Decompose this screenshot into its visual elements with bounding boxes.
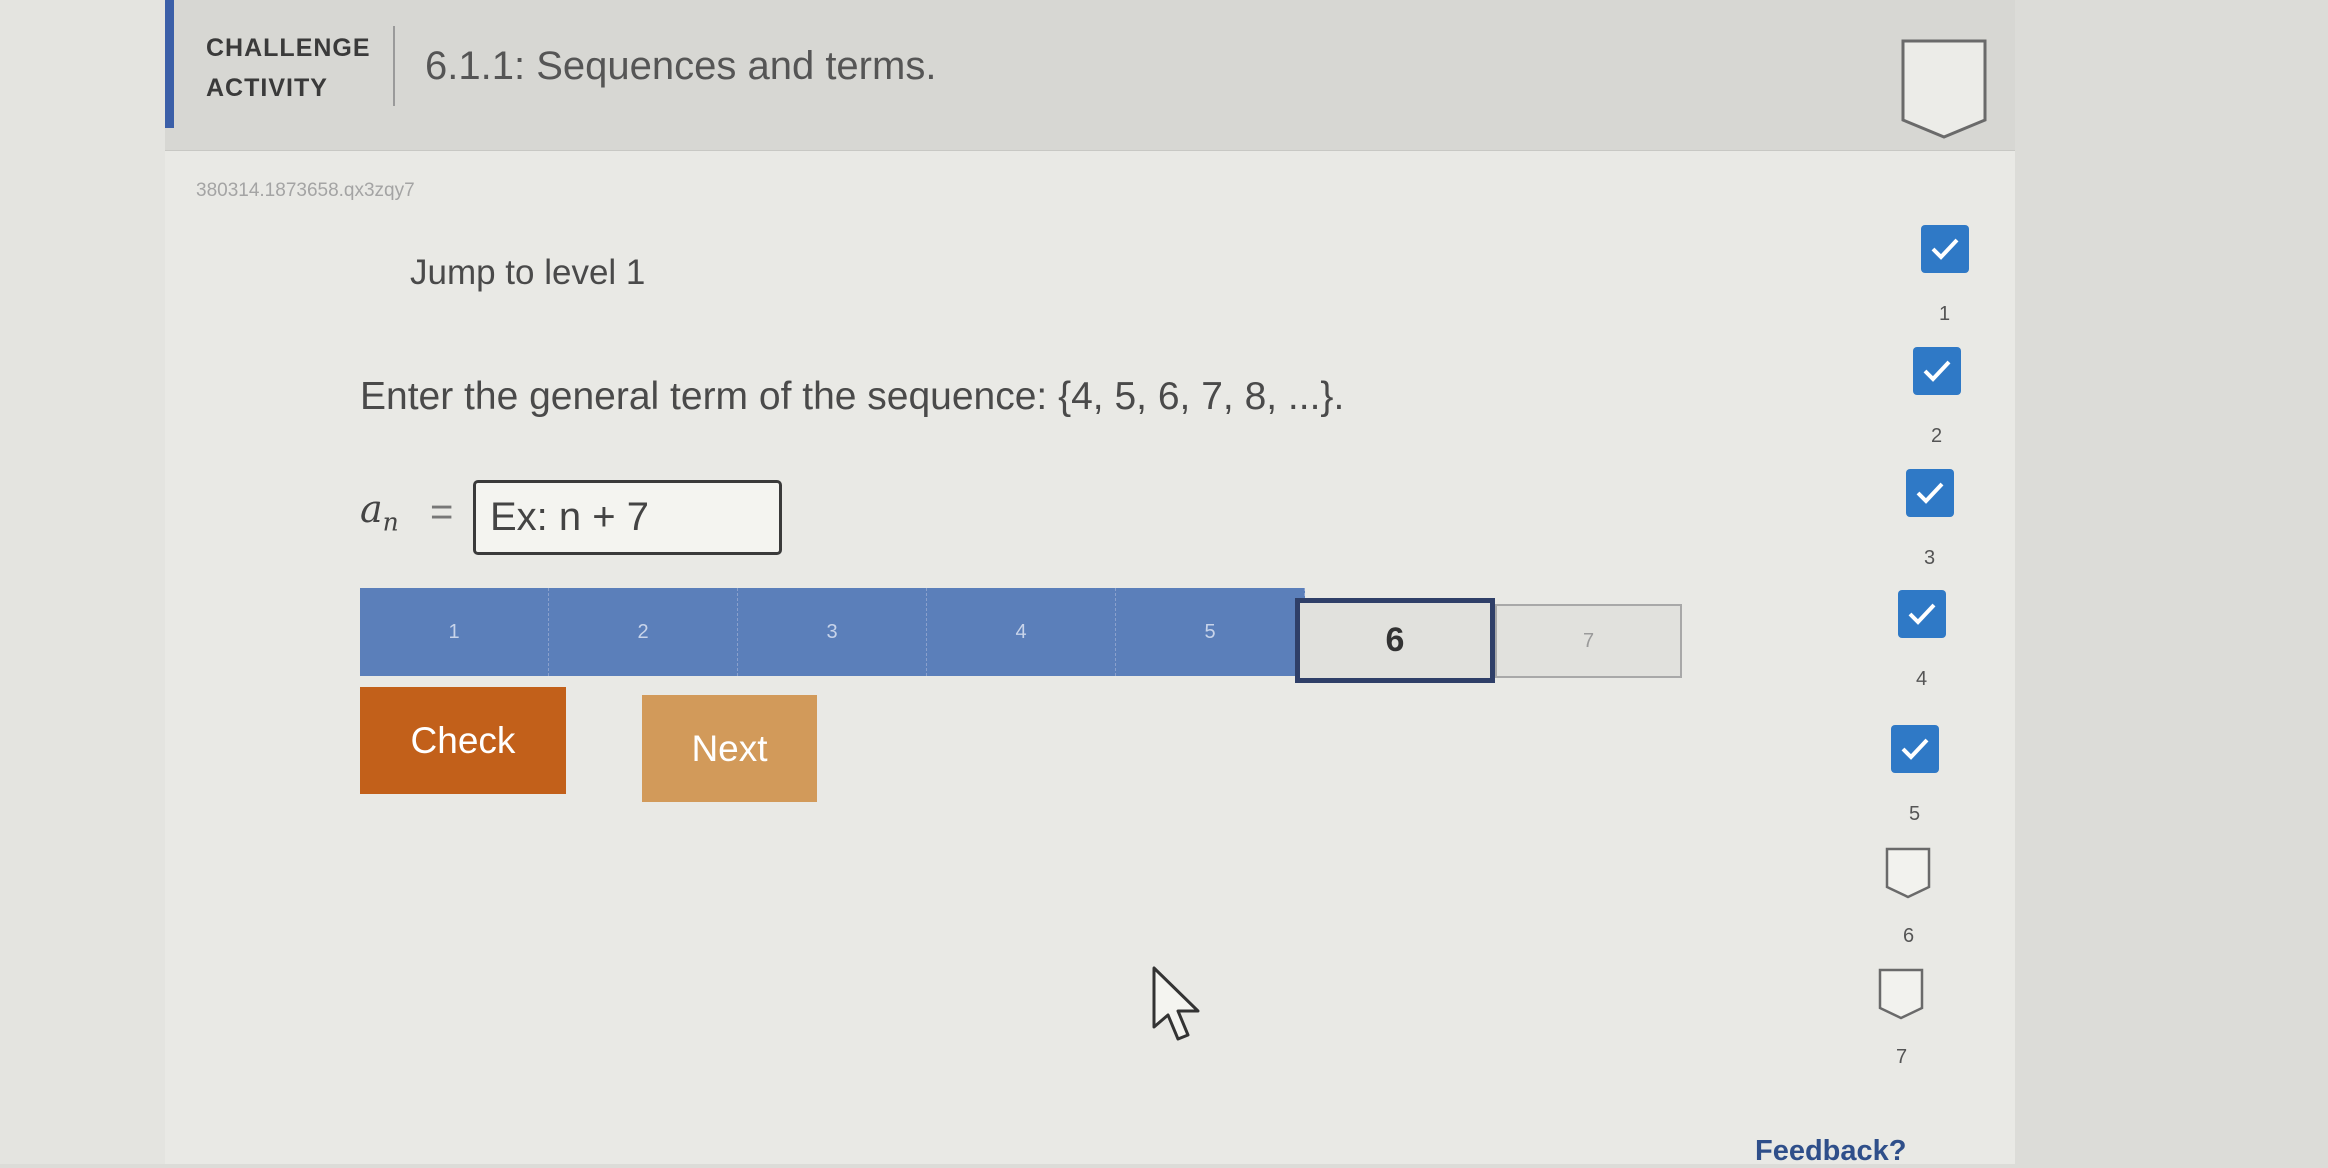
general-term-label: an [360, 487, 399, 537]
progress-label: 7 [1896, 1046, 1908, 1068]
challenge-label-line2: ACTIVITY [206, 74, 328, 102]
shield-badge-icon [1901, 39, 1987, 139]
jump-to-level-link[interactable]: Jump to level 1 [410, 253, 645, 293]
progress-label: 5 [1909, 803, 1921, 825]
activity-title: 6.1.1: Sequences and terms. [425, 44, 937, 88]
progress-label: 6 [1903, 925, 1915, 947]
level-segment-2[interactable]: 2 [549, 588, 738, 676]
header-accent-bar [165, 0, 174, 128]
progress-item-3: 3 [1906, 469, 1966, 579]
question-prompt: Enter the general term of the sequence: … [360, 375, 1345, 418]
activity-card [165, 0, 2015, 1164]
progress-item-1: 1 [1921, 225, 1981, 335]
activity-code: 380314.1873658.qx3zqy7 [196, 180, 415, 201]
next-button[interactable]: Next [642, 695, 817, 802]
checkmark-icon [1906, 469, 1954, 517]
progress-label: 1 [1939, 303, 1951, 325]
level-progress-bar: 1 2 3 4 5 6 7 [360, 588, 1682, 683]
equals-sign: = [430, 490, 454, 534]
level-segment-6[interactable]: 6 [1295, 598, 1495, 683]
checkmark-icon [1898, 590, 1946, 638]
level-segment-3[interactable]: 3 [738, 588, 927, 676]
progress-item-6: 6 [1885, 847, 1945, 957]
progress-label: 3 [1924, 547, 1936, 569]
empty-badge-icon [1878, 968, 1924, 1020]
progress-item-4: 4 [1898, 590, 1958, 700]
level-segment-4[interactable]: 4 [927, 588, 1116, 676]
checkmark-icon [1921, 225, 1969, 273]
check-button[interactable]: Check [360, 687, 566, 794]
answer-input[interactable] [473, 480, 782, 555]
feedback-link[interactable]: Feedback? [1755, 1135, 1907, 1168]
progress-label: 4 [1916, 668, 1928, 690]
checkmark-icon [1913, 347, 1961, 395]
progress-label: 2 [1931, 425, 1943, 447]
checkmark-icon [1891, 725, 1939, 773]
progress-item-2: 2 [1913, 347, 1973, 457]
empty-badge-icon [1885, 847, 1931, 899]
term-subscript: n [382, 507, 399, 537]
term-variable: a [360, 487, 383, 531]
progress-item-7: 7 [1878, 968, 1938, 1078]
progress-item-5: 5 [1891, 725, 1951, 835]
level-segment-5[interactable]: 5 [1116, 588, 1305, 676]
page-background [0, 0, 165, 1164]
challenge-label-line1: CHALLENGE [206, 34, 371, 62]
activity-type-label: CHALLENGE ACTIVITY [206, 28, 371, 108]
header-divider [393, 26, 395, 106]
level-segment-7[interactable]: 7 [1495, 604, 1682, 678]
completion-progress-column: 1 2 3 4 5 6 7 [1875, 225, 1985, 1075]
mouse-cursor-icon [1152, 966, 1200, 1041]
level-segment-1[interactable]: 1 [360, 588, 549, 676]
